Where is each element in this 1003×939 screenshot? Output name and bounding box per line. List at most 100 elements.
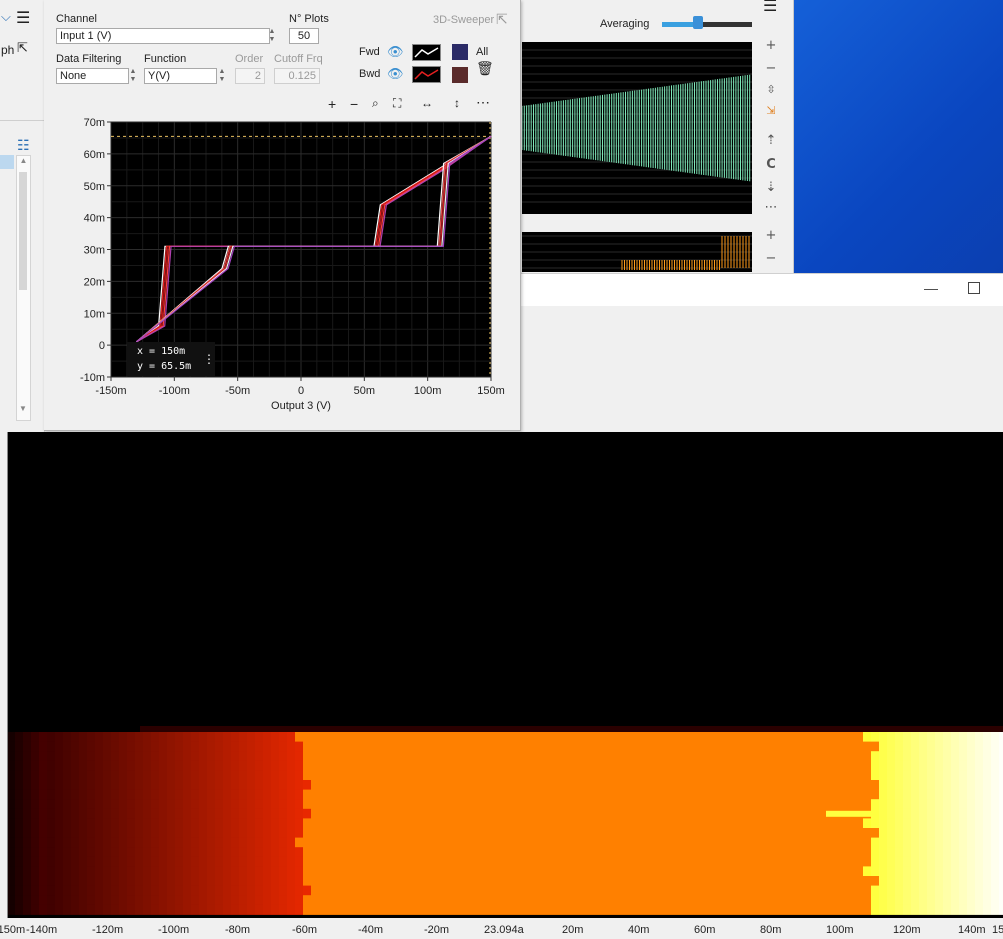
heatmap-cell <box>399 808 407 819</box>
heatmap-cell <box>463 895 471 906</box>
heatmap-cell <box>927 837 935 848</box>
heatmap-cell <box>479 895 487 906</box>
heatmap-cell <box>831 732 839 743</box>
fit-icon[interactable]: ⇳ <box>763 83 779 96</box>
heatmap-cell <box>655 780 663 791</box>
heatmap-cell <box>255 885 263 896</box>
zoom-icon[interactable]: ⇲ <box>763 104 779 117</box>
heatmap-cell <box>511 751 519 762</box>
heatmap-cell <box>343 741 351 752</box>
up-arrow-icon[interactable]: ⇡ <box>763 133 779 148</box>
minimize-button[interactable]: — <box>924 280 938 296</box>
heatmap-cell <box>919 818 927 829</box>
heatmap-cell <box>407 904 415 915</box>
minus-icon[interactable]: − <box>763 61 779 76</box>
averaging-slider-thumb[interactable] <box>693 16 703 29</box>
heatmap-cell <box>47 789 55 800</box>
heatmap-cell <box>151 799 159 810</box>
heatmap-cell <box>447 760 455 771</box>
heatmap-cell <box>399 799 407 810</box>
sweeper-plot[interactable]: 70m60m50m40m30m20m10m0-10m-150m -100m -50m… <box>44 0 520 420</box>
scope-plot-2[interactable] <box>522 232 752 272</box>
heatmap-cell <box>775 828 783 839</box>
heatmap-cell <box>471 780 479 791</box>
heatmap-cell <box>671 741 679 752</box>
heatmap-plot[interactable] <box>0 432 1003 919</box>
heatmap-cell <box>655 866 663 877</box>
heatmap-cell <box>311 885 319 896</box>
menu-icon[interactable]: ☰ <box>16 8 30 27</box>
heatmap-cell <box>559 780 567 791</box>
heatmap-cell <box>383 751 391 762</box>
heatmap-cell <box>319 789 327 800</box>
plus-icon-2[interactable]: + <box>763 228 779 243</box>
heatmap-cell <box>639 837 647 848</box>
heatmap-cell <box>399 741 407 752</box>
heatmap-cell <box>135 732 143 743</box>
heatmap-cell <box>423 904 431 915</box>
heatmap-cell <box>975 876 983 887</box>
heatmap-cell <box>303 837 311 848</box>
maximize-button[interactable] <box>968 282 980 294</box>
heatmap-cell <box>855 751 863 762</box>
heatmap-cell <box>367 885 375 896</box>
heatmap-cell <box>607 818 615 829</box>
heatmap-cell <box>423 799 431 810</box>
left-panel-icon[interactable]: ⌵ <box>1 9 11 25</box>
heatmap-cell <box>727 760 735 771</box>
heatmap-cell <box>511 876 519 887</box>
heatmap-cell <box>527 732 535 743</box>
heatmap-cell <box>47 895 55 906</box>
heatmap-cell <box>407 770 415 781</box>
heatmap-cell <box>775 876 783 887</box>
c-icon[interactable]: C <box>763 157 779 172</box>
heatmap-cell <box>887 818 895 829</box>
heatmap-cell <box>719 789 727 800</box>
readout-more-icon[interactable]: ⋮ <box>203 352 215 366</box>
heatmap-cell <box>887 770 895 781</box>
heatmap-cell <box>535 818 543 829</box>
heatmap-cell <box>215 808 223 819</box>
heatmap-cell <box>703 780 711 791</box>
heatmap-cell <box>431 818 439 829</box>
minus-icon-2[interactable]: − <box>763 251 779 266</box>
heatmap-cell <box>215 856 223 867</box>
heatmap-cell <box>271 895 279 906</box>
heatmap-cell <box>943 895 951 906</box>
heatmap-cell <box>711 818 719 829</box>
down-arrow-icon[interactable]: ⇣ <box>763 180 779 195</box>
heatmap-cell <box>671 828 679 839</box>
heatmap-cell <box>623 885 631 896</box>
heatmap-cell <box>95 904 103 915</box>
popout-icon[interactable]: ⇱ <box>17 40 28 56</box>
plus-icon[interactable]: + <box>763 38 779 53</box>
heatmap-cell <box>511 885 519 896</box>
heatmap-cell <box>615 876 623 887</box>
heatmap-cell <box>831 837 839 848</box>
heatmap-cell <box>463 808 471 819</box>
list-icon[interactable]: ☷ <box>17 137 30 154</box>
list-item-selected[interactable] <box>0 155 14 169</box>
heatmap-cell <box>487 837 495 848</box>
heatmap-cell <box>775 741 783 752</box>
averaging-slider[interactable] <box>662 16 752 29</box>
scrollbar-thumb[interactable] <box>19 172 27 290</box>
heatmap-cell <box>847 828 855 839</box>
heatmap-cell <box>815 847 823 858</box>
scope-plot[interactable] <box>521 42 752 214</box>
scrollbar[interactable]: ▲ ▼ <box>16 155 31 421</box>
heatmap-cell <box>791 751 799 762</box>
heatmap-cell <box>199 808 207 819</box>
heatmap-cell <box>799 904 807 915</box>
heatmap-cell <box>111 885 119 896</box>
heatmap-cell <box>15 885 23 896</box>
heatmap-cell <box>735 837 743 848</box>
heatmap-cell <box>887 837 895 848</box>
heatmap-cell <box>679 799 687 810</box>
heatmap-cell <box>927 799 935 810</box>
heatmap-cell <box>695 837 703 848</box>
scope-menu-icon[interactable]: ☰ <box>763 0 777 15</box>
heatmap-cell <box>991 808 999 819</box>
heatmap-cell <box>359 895 367 906</box>
more-icon[interactable]: ⋯ <box>763 200 779 215</box>
